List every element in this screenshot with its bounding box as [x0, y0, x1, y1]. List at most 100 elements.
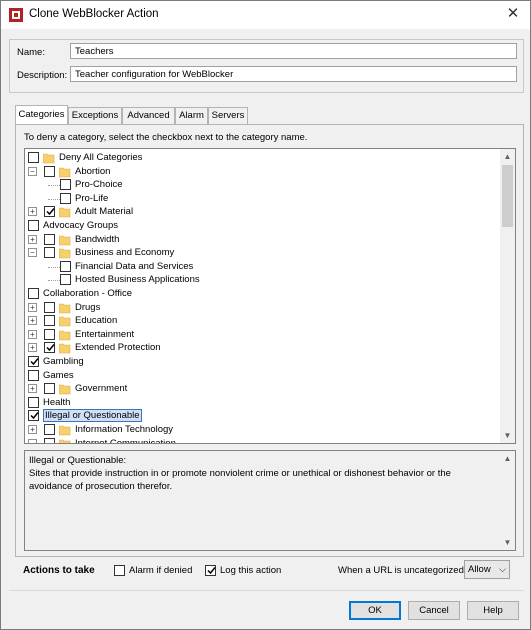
collapse-icon[interactable]: −: [28, 248, 37, 258]
category-label[interactable]: Bandwidth: [75, 233, 119, 246]
tree-row[interactable]: + Entertainment: [25, 328, 495, 342]
collapse-icon[interactable]: −: [28, 438, 37, 443]
category-label[interactable]: Extended Protection: [75, 341, 161, 354]
expand-icon[interactable]: +: [28, 343, 37, 353]
category-checkbox[interactable]: [44, 233, 55, 245]
scroll-up-icon[interactable]: ▲: [500, 451, 515, 466]
category-checkbox[interactable]: [28, 220, 39, 231]
category-checkbox[interactable]: [44, 342, 55, 354]
category-checkbox[interactable]: [28, 152, 39, 163]
category-checkbox[interactable]: [60, 179, 71, 191]
tree-row[interactable]: − Internet Communication: [25, 437, 495, 443]
category-label[interactable]: Illegal or Questionable: [43, 409, 142, 423]
category-label[interactable]: Drugs: [75, 301, 100, 314]
tree-row[interactable]: Games: [25, 369, 495, 383]
scroll-up-icon[interactable]: ▲: [500, 149, 515, 164]
collapse-icon[interactable]: −: [28, 166, 37, 176]
tree-row[interactable]: + Government: [25, 382, 495, 396]
tree-row[interactable]: Illegal or Questionable: [25, 409, 495, 423]
category-checkbox[interactable]: [44, 383, 55, 395]
category-checkbox[interactable]: [28, 396, 39, 408]
tree-row[interactable]: − Abortion: [25, 165, 495, 179]
expand-icon[interactable]: +: [28, 425, 37, 434]
name-input[interactable]: Teachers: [70, 43, 517, 59]
category-label[interactable]: Business and Economy: [75, 246, 174, 259]
category-label[interactable]: Financial Data and Services: [75, 260, 193, 273]
category-checkbox[interactable]: [44, 206, 55, 218]
tree-row[interactable]: Health: [25, 396, 495, 410]
cancel-button[interactable]: Cancel: [408, 601, 460, 620]
tree-row[interactable]: + Bandwidth: [25, 233, 495, 247]
scroll-thumb[interactable]: [502, 165, 513, 227]
tree-row[interactable]: Pro-Life: [25, 192, 495, 206]
category-label[interactable]: Entertainment: [75, 328, 134, 341]
help-button[interactable]: Help: [467, 601, 519, 620]
scroll-down-icon[interactable]: ▼: [500, 535, 515, 550]
category-checkbox[interactable]: [44, 424, 55, 435]
tree-row[interactable]: + Adult Material: [25, 205, 495, 219]
tab-exceptions[interactable]: Exceptions: [68, 107, 122, 124]
category-label[interactable]: Deny All Categories: [59, 151, 142, 164]
expand-icon[interactable]: +: [28, 316, 37, 326]
category-label[interactable]: Health: [43, 396, 70, 409]
category-checkbox[interactable]: [44, 301, 55, 313]
tree-row[interactable]: + Information Technology: [25, 423, 495, 437]
tab-servers[interactable]: Servers: [208, 107, 248, 124]
expand-icon[interactable]: +: [28, 302, 37, 312]
tab-categories[interactable]: Categories: [15, 105, 68, 125]
expand-icon[interactable]: +: [28, 329, 37, 339]
description-scrollbar[interactable]: ▲ ▼: [500, 451, 515, 550]
category-tree[interactable]: − Internet Communication + Information Tech…: [24, 148, 516, 444]
category-checkbox[interactable]: [44, 165, 55, 177]
category-label[interactable]: Abortion: [75, 165, 110, 178]
category-label[interactable]: Education: [75, 314, 117, 327]
close-icon[interactable]: ✕: [504, 5, 522, 23]
category-checkbox[interactable]: [60, 260, 71, 272]
category-label[interactable]: Adult Material: [75, 205, 133, 218]
category-checkbox[interactable]: [28, 369, 39, 381]
uncategorized-select[interactable]: Allow ⌵: [464, 560, 510, 579]
category-label[interactable]: Pro-Life: [75, 192, 108, 205]
tab-alarm[interactable]: Alarm: [175, 107, 208, 124]
category-label[interactable]: Advocacy Groups: [43, 219, 118, 232]
ok-button[interactable]: OK: [349, 601, 401, 620]
category-checkbox[interactable]: [44, 247, 55, 259]
category-label[interactable]: Internet Communication: [75, 437, 176, 443]
checkbox-icon[interactable]: [205, 565, 216, 576]
category-checkbox[interactable]: [60, 274, 71, 286]
folder-icon: [58, 302, 71, 314]
category-label[interactable]: Hosted Business Applications: [75, 273, 200, 286]
tree-row[interactable]: Hosted Business Applications: [25, 273, 495, 287]
category-label[interactable]: Collaboration - Office: [43, 287, 132, 300]
tree-row[interactable]: + Drugs: [25, 301, 495, 315]
tree-row[interactable]: Deny All Categories: [25, 151, 495, 165]
tree-scrollbar[interactable]: ▲ ▼: [500, 149, 515, 443]
description-input[interactable]: Teacher configuration for WebBlocker: [70, 66, 517, 82]
tree-row[interactable]: + Education: [25, 314, 495, 328]
tree-row[interactable]: Collaboration - Office: [25, 287, 495, 301]
scroll-down-icon[interactable]: ▼: [500, 428, 515, 443]
category-label[interactable]: Games: [43, 369, 74, 382]
tree-row[interactable]: + Extended Protection: [25, 341, 495, 355]
category-checkbox[interactable]: [44, 437, 55, 443]
category-checkbox[interactable]: [44, 328, 55, 340]
category-label[interactable]: Information Technology: [75, 423, 173, 436]
checkbox-icon[interactable]: [114, 565, 125, 576]
tree-row[interactable]: Gambling: [25, 355, 495, 369]
expand-icon[interactable]: +: [28, 234, 37, 244]
tree-row[interactable]: − Business and Economy: [25, 246, 495, 260]
category-checkbox[interactable]: [60, 192, 71, 204]
expand-icon[interactable]: +: [28, 207, 37, 217]
category-label[interactable]: Pro-Choice: [75, 178, 123, 191]
expand-icon[interactable]: +: [28, 384, 37, 394]
category-checkbox[interactable]: [28, 356, 39, 367]
tree-row[interactable]: Financial Data and Services: [25, 260, 495, 274]
tab-advanced[interactable]: Advanced: [122, 107, 175, 124]
category-label[interactable]: Government: [75, 382, 127, 395]
category-label[interactable]: Gambling: [43, 355, 84, 368]
category-checkbox[interactable]: [28, 288, 39, 299]
tree-row[interactable]: Advocacy Groups: [25, 219, 495, 233]
category-checkbox[interactable]: [44, 315, 55, 327]
category-checkbox[interactable]: [28, 410, 39, 422]
tree-row[interactable]: Pro-Choice: [25, 178, 495, 192]
